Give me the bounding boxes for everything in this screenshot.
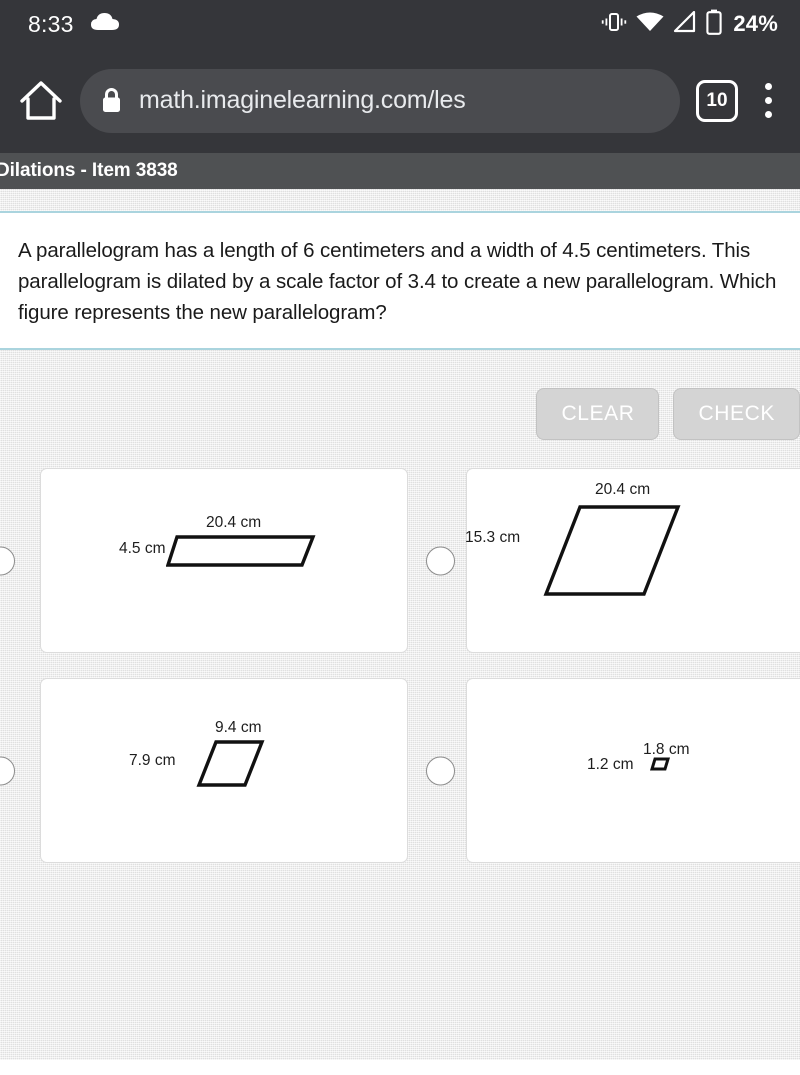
- parallelogram-shape-a: [166, 535, 316, 567]
- tab-count-label: 10: [706, 89, 728, 111]
- length-label-b: 20.4 cm: [595, 481, 651, 498]
- radio-button-b[interactable]: [426, 546, 455, 575]
- length-label-d: 1.8 cm: [643, 741, 690, 758]
- answer-area: CLEAR CHECK 20.4 cm 4.5 cm 20.4 cm 15.3 …: [0, 350, 800, 1060]
- top-texture-strip: [0, 189, 800, 211]
- figure-b: 20.4 cm 15.3 cm: [465, 469, 800, 652]
- overflow-menu-icon[interactable]: [748, 77, 788, 125]
- wifi-icon: [636, 11, 664, 38]
- clear-button[interactable]: CLEAR: [536, 388, 660, 440]
- status-clock: 8:33: [28, 10, 74, 37]
- figure-c: 9.4 cm 7.9 cm: [41, 679, 407, 862]
- width-label-d: 1.2 cm: [587, 756, 634, 773]
- check-button[interactable]: CHECK: [673, 388, 800, 440]
- cloud-icon: [90, 11, 120, 38]
- battery-percent-label: 24%: [733, 11, 778, 36]
- radio-button-a[interactable]: [0, 546, 15, 575]
- android-status-bar: 8:33 24%: [0, 0, 800, 48]
- status-notification-icons: [90, 11, 120, 38]
- width-label-b: 15.3 cm: [465, 529, 521, 546]
- question-text: A parallelogram has a length of 6 centim…: [18, 239, 777, 324]
- answer-card-a[interactable]: 20.4 cm 4.5 cm: [40, 468, 408, 653]
- figure-a: 20.4 cm 4.5 cm: [41, 469, 407, 652]
- answer-card-c[interactable]: 9.4 cm 7.9 cm: [40, 678, 408, 863]
- answer-choice-a[interactable]: 20.4 cm 4.5 cm: [0, 468, 408, 653]
- url-text: math.imaginelearning.com/les: [139, 86, 466, 114]
- menu-dot: [764, 97, 772, 104]
- answer-choice-c[interactable]: 9.4 cm 7.9 cm: [0, 678, 408, 863]
- question-panel: A parallelogram has a length of 6 centim…: [0, 213, 800, 348]
- answer-card-b[interactable]: 20.4 cm 15.3 cm: [465, 468, 800, 653]
- menu-dot: [764, 111, 772, 118]
- width-label-a: 4.5 cm: [119, 540, 166, 557]
- parallelogram-shape-b: [543, 505, 681, 596]
- vibrate-icon: [601, 10, 627, 39]
- lock-icon: [100, 86, 123, 115]
- url-bar[interactable]: math.imaginelearning.com/les: [80, 68, 680, 133]
- parallelogram-shape-c: [196, 740, 265, 787]
- figure-d: 1.8 cm 1.2 cm: [467, 679, 800, 862]
- width-label-c: 7.9 cm: [129, 752, 176, 769]
- answer-card-d[interactable]: 1.8 cm 1.2 cm: [466, 678, 800, 863]
- browser-toolbar: math.imaginelearning.com/les 10: [0, 48, 800, 153]
- radio-button-d[interactable]: [426, 756, 455, 785]
- tab-counter-button[interactable]: 10: [696, 79, 738, 122]
- action-toolbar: CLEAR CHECK: [536, 388, 800, 440]
- answer-choice-b[interactable]: 20.4 cm 15.3 cm: [408, 468, 800, 653]
- answer-choice-grid: 20.4 cm 4.5 cm 20.4 cm 15.3 cm 9.4 cm 7.…: [0, 468, 800, 863]
- length-label-a: 20.4 cm: [206, 514, 262, 531]
- cell-signal-icon: [673, 10, 697, 38]
- length-label-c: 9.4 cm: [215, 719, 262, 736]
- battery-icon: [706, 9, 723, 40]
- status-system-icons: 24%: [601, 9, 784, 40]
- radio-button-c[interactable]: [0, 756, 15, 785]
- answer-choice-d[interactable]: 1.8 cm 1.2 cm: [408, 678, 800, 863]
- home-icon[interactable]: [12, 72, 70, 130]
- page-title: Dilations - Item 3838: [0, 160, 178, 181]
- menu-dot: [764, 83, 772, 90]
- lesson-title-bar: Dilations - Item 3838: [0, 153, 800, 189]
